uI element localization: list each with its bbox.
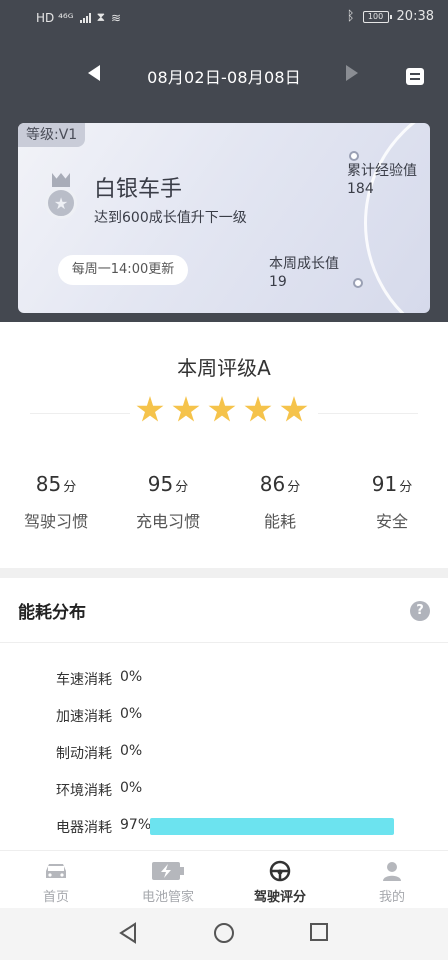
star-rating: [136, 396, 308, 424]
date-navigator: 08月02日-08月08日: [0, 56, 448, 92]
date-range: 08月02日-08月08日: [147, 68, 301, 87]
rating-title: 本周评级A: [177, 356, 271, 380]
recents-icon[interactable]: [309, 922, 329, 942]
total-exp: 累计经验值 184: [347, 151, 417, 198]
energy-percent: 97%: [120, 817, 152, 833]
energy-row: 车速消耗 0%: [0, 666, 448, 703]
medal-icon: ★: [44, 173, 78, 223]
energy-label: 电器消耗: [56, 820, 112, 836]
header-panel: HD ⁴⁶ᴳ ⧗ ≋ ᛒ 100 20:38 08月02日-08月08日 等级:…: [0, 0, 448, 322]
progress-arc: [364, 123, 430, 313]
score-item: 91 分安全: [336, 472, 448, 542]
status-left: HD ⁴⁶ᴳ ⧗ ≋: [36, 10, 121, 25]
tab-label: 首页: [42, 890, 69, 905]
energy-percent: 0%: [120, 743, 143, 759]
bluetooth-icon: ᛒ: [346, 9, 355, 24]
divider: [0, 642, 448, 643]
energy-row: 电器消耗 97%: [0, 814, 448, 851]
energy-label: 车速消耗: [56, 672, 112, 688]
tab-label: 我的: [378, 890, 405, 905]
level-card[interactable]: 等级:V1 ★ 白银车手 达到600成长值升下一级 每周一14:00更新 累计经…: [18, 123, 430, 313]
system-nav-bar: [0, 908, 448, 960]
energy-list: 车速消耗 0% 加速消耗 0% 制动消耗 0% 环境消耗 0% 电器消耗 97%: [0, 666, 448, 851]
tab-bar: 首页 电池管家 驾驶评分 我的: [0, 850, 448, 908]
energy-row: 环境消耗 0%: [0, 777, 448, 814]
score-label: 能耗: [263, 512, 296, 531]
score-value: 85: [35, 472, 62, 496]
star-icon: [244, 396, 272, 422]
tab-car[interactable]: 首页: [0, 851, 112, 908]
energy-label: 加速消耗: [56, 709, 112, 725]
score-summary: 85 分驾驶习惯 95 分充电习惯 86 分能耗 91 分安全: [0, 472, 448, 542]
signal-icon: [79, 12, 91, 23]
level-tag: 等级:V1: [18, 123, 86, 147]
hourglass-icon: ⧗: [96, 10, 105, 24]
battery-charge-icon: [112, 859, 224, 883]
score-value: 95: [147, 472, 174, 496]
score-label: 充电习惯: [135, 512, 200, 531]
network-status: HD ⁴⁶ᴳ: [36, 10, 74, 25]
star-icon: [208, 396, 236, 422]
star-icon: [172, 396, 200, 422]
section-title: 能耗分布: [18, 603, 86, 623]
score-unit: 分: [63, 480, 77, 495]
energy-bar: [150, 818, 394, 835]
score-item: 95 分充电习惯: [112, 472, 224, 542]
score-label: 驾驶习惯: [23, 512, 88, 531]
rank-title: 白银车手: [94, 177, 183, 202]
score-unit: 分: [175, 480, 189, 495]
score-label: 安全: [375, 512, 408, 531]
energy-percent: 0%: [120, 706, 143, 722]
score-item: 85 分驾驶习惯: [0, 472, 112, 542]
energy-percent: 0%: [120, 669, 143, 685]
tab-label: 电池管家: [141, 890, 194, 905]
score-value: 91: [371, 472, 398, 496]
rank-subtitle: 达到600成长值升下一级: [94, 210, 247, 226]
clock: 20:38: [396, 9, 434, 24]
help-icon[interactable]: ?: [410, 601, 430, 621]
star-icon: [280, 396, 308, 422]
status-right: ᛒ 100 20:38: [347, 9, 434, 24]
person-icon: [336, 859, 448, 883]
update-note: 每周一14:00更新: [58, 255, 188, 285]
wifi-icon: ≋: [111, 10, 122, 25]
score-value: 86: [259, 472, 286, 496]
total-exp-label: 累计经验值: [347, 163, 417, 179]
next-week-icon[interactable]: [346, 65, 358, 81]
energy-row: 加速消耗 0%: [0, 703, 448, 740]
score-item: 86 分能耗: [224, 472, 336, 542]
tab-battery-charge[interactable]: 电池管家: [112, 851, 224, 908]
energy-percent: 0%: [120, 780, 143, 796]
score-unit: 分: [287, 480, 301, 495]
tab-label: 驾驶评分: [253, 890, 306, 905]
stars-row: [30, 396, 418, 432]
energy-row: 制动消耗 0%: [0, 740, 448, 777]
week-growth-value: 19: [269, 274, 287, 290]
car-icon: [0, 859, 112, 883]
energy-label: 环境消耗: [56, 783, 112, 799]
divider-left: [30, 413, 130, 414]
star-icon: [136, 396, 164, 422]
menu-icon[interactable]: [406, 68, 424, 85]
total-exp-marker: [349, 151, 359, 161]
section-gap: [0, 568, 448, 578]
steering-wheel-icon: [224, 859, 336, 883]
tab-person[interactable]: 我的: [336, 851, 448, 908]
divider-right: [318, 413, 418, 414]
week-growth: 本周成长值 19: [269, 255, 363, 291]
week-growth-marker: [353, 278, 363, 288]
week-growth-label: 本周成长值: [269, 256, 339, 272]
tab-steering-wheel[interactable]: 驾驶评分: [224, 851, 336, 908]
home-icon[interactable]: [213, 922, 235, 944]
score-unit: 分: [399, 480, 413, 495]
status-bar: HD ⁴⁶ᴳ ⧗ ≋ ᛒ 100 20:38: [0, 0, 448, 34]
back-icon[interactable]: [118, 922, 138, 944]
battery-icon: 100: [362, 10, 392, 23]
total-exp-value: 184: [347, 181, 374, 197]
energy-label: 制动消耗: [56, 746, 112, 762]
